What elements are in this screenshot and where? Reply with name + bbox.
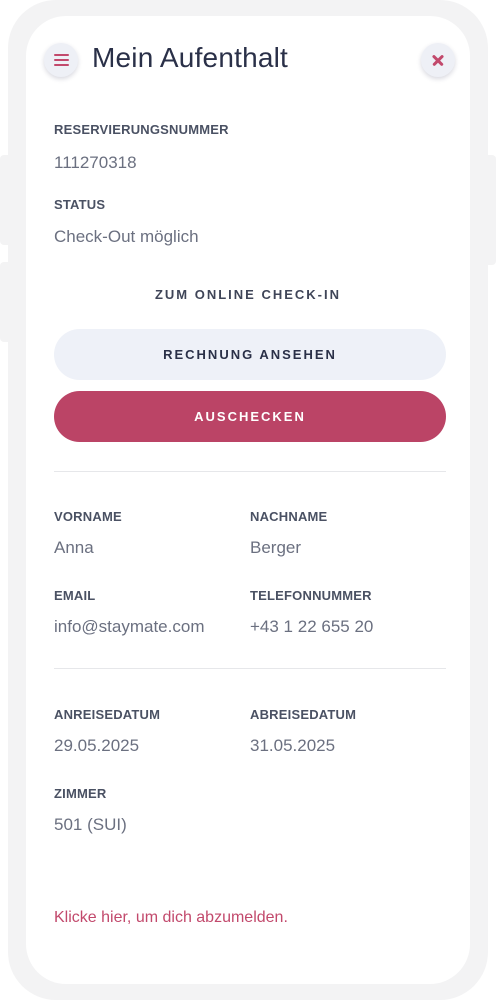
phone-label: TELEFONNUMMER <box>250 588 372 603</box>
status-label: STATUS <box>54 197 106 212</box>
room-value: 501 (SUI) <box>54 815 127 834</box>
divider <box>54 471 446 472</box>
close-button[interactable] <box>421 43 455 77</box>
divider <box>54 668 446 669</box>
departure-date-label: ABREISEDATUM <box>250 707 357 722</box>
view-invoice-button[interactable]: RECHNUNG ANSEHEN <box>54 329 446 380</box>
reservation-number-label: RESERVIERUNGSNUMMER <box>54 122 229 137</box>
menu-button[interactable] <box>44 43 78 77</box>
arrival-date-label: ANREISEDATUM <box>54 707 161 722</box>
room-label: ZIMMER <box>54 786 107 801</box>
checkout-button[interactable]: AUSCHECKEN <box>54 391 446 442</box>
departure-date-value: 31.05.2025 <box>250 736 336 755</box>
lastname-value: Berger <box>250 538 302 557</box>
reservation-number-value: 111270318 <box>54 153 137 172</box>
lastname-label: NACHNAME <box>250 509 328 524</box>
phone-value: +43 1 22 655 20 <box>250 617 374 636</box>
email-label: EMAIL <box>54 588 96 603</box>
phone-side-button <box>0 262 12 342</box>
page-title: Mein Aufenthalt <box>92 42 289 73</box>
online-checkin-link[interactable]: ZUM ONLINE CHECK-IN <box>26 287 470 302</box>
status-value: Check-Out möglich <box>54 227 199 246</box>
firstname-value: Anna <box>54 538 94 557</box>
arrival-date-value: 29.05.2025 <box>54 736 140 755</box>
phone-side-button <box>0 155 12 245</box>
screen: Mein Aufenthalt RESERVIERUNGSNUMMER 1112… <box>26 16 470 984</box>
firstname-label: VORNAME <box>54 509 122 524</box>
logout-link[interactable]: Klicke hier, um dich abzumelden. <box>54 909 288 927</box>
email-value: info@staymate.com <box>54 617 205 636</box>
close-icon <box>432 54 444 66</box>
phone-side-button <box>484 155 496 265</box>
hamburger-menu-icon <box>53 54 69 66</box>
